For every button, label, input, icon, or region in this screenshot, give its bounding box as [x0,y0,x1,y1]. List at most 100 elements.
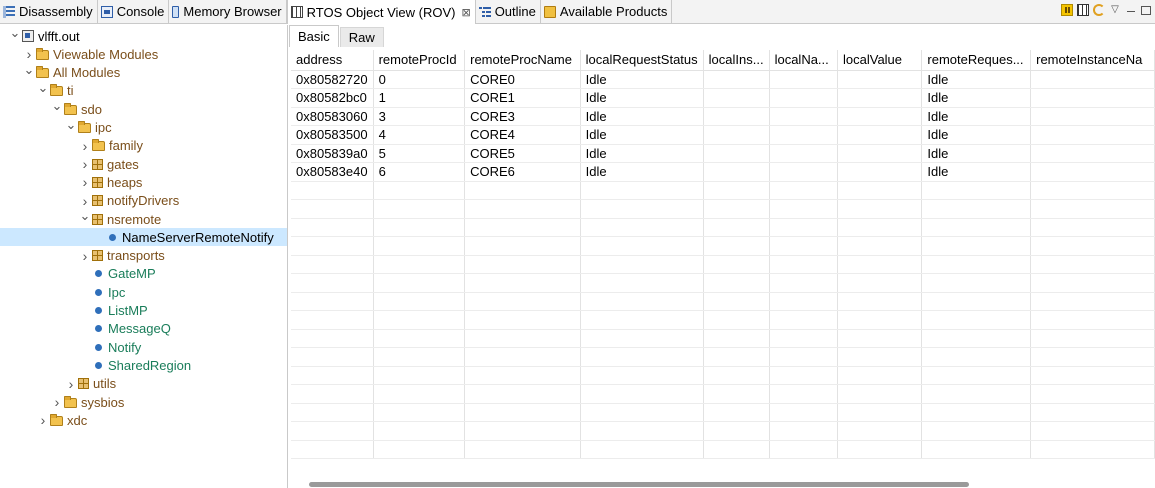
table-cell [580,199,704,219]
tree-node[interactable]: ⌄ ipc [0,116,287,137]
tree-node[interactable]: Notify [0,338,287,356]
table-cell: 0x80582bc0 [291,88,374,108]
tree-node[interactable]: › gates [0,155,287,173]
table-row[interactable]: 0x80583060 3 CORE3 Idle Idle [291,107,1155,126]
chevron-down-icon[interactable]: ⌄ [50,97,64,115]
table-cell [1030,347,1155,367]
tree-node[interactable]: ⌄ sdo [0,97,287,118]
table-cell [580,236,704,256]
table-cell [703,310,770,330]
tree-node[interactable]: ⌄ nsremote [0,207,287,228]
column-header[interactable]: remoteReques... [921,50,1032,71]
tree-node[interactable]: › xdc [0,411,287,429]
chevron-right-icon[interactable]: › [64,375,78,393]
table-row[interactable]: 0x80582bc0 1 CORE1 Idle Idle [291,88,1155,108]
table-cell [580,218,704,237]
table-cell [373,181,466,200]
table-cell: Idle [580,70,704,89]
table-cell [703,70,770,89]
table-row[interactable]: 0x80583500 4 CORE4 Idle Idle [291,125,1155,145]
rov-panel: Basic Raw address remoteProcId remoteProcN… [289,25,1155,488]
table-cell [464,199,581,219]
tree-node[interactable]: NameServerRemoteNotify [0,228,287,247]
tab-console[interactable]: Console [98,0,170,23]
table-cell [291,440,374,459]
tree-node[interactable]: › utils [0,375,287,393]
table-cell: Idle [921,88,1032,108]
table-cell [837,144,923,163]
horizontal-scrollbar[interactable] [309,482,969,487]
tree-node[interactable]: › Viewable Modules [0,45,287,63]
tree-node[interactable]: › heaps [0,173,287,191]
tab-basic[interactable]: Basic [289,25,339,47]
table-cell [580,181,704,200]
chevron-down-icon[interactable]: ⌄ [78,207,92,225]
table-row[interactable]: 0x80583e40 6 CORE6 Idle Idle [291,162,1155,182]
minimize-icon[interactable] [1125,4,1137,16]
refresh-icon[interactable] [1093,4,1105,16]
module-icon [95,270,102,278]
tab-memory-browser[interactable]: Memory Browser [169,0,287,23]
column-header[interactable]: localValue [837,50,923,71]
chevron-right-icon[interactable]: › [78,155,92,173]
column-header[interactable]: remoteProcName [464,50,581,71]
tree-node[interactable]: › notifyDrivers [0,192,287,210]
chevron-down-icon[interactable]: ⌄ [8,25,22,42]
table-icon[interactable] [1077,4,1089,16]
tree-node[interactable]: MessageQ [0,320,287,338]
column-header[interactable]: localRequestStatus [580,50,704,71]
table-cell [769,421,839,441]
table-cell [837,347,923,367]
chevron-down-icon[interactable]: ⌄ [64,116,78,134]
column-header[interactable]: localIns... [703,50,770,71]
table-row[interactable]: 0x805839a0 5 CORE5 Idle Idle [291,144,1155,163]
module-icon [109,233,116,241]
tree-node-label: All Modules [53,65,121,81]
table-cell [580,347,704,367]
pause-icon[interactable] [1061,4,1073,16]
table-cell [291,236,374,256]
tree-node[interactable]: › family [0,137,287,155]
chevron-right-icon[interactable]: › [78,247,92,265]
table-cell [921,292,1032,311]
chevron-right-icon[interactable]: › [50,393,64,411]
tab-available-products[interactable]: Available Products [541,0,673,23]
column-header[interactable]: address [291,50,374,71]
view-menu-icon[interactable]: ▽ [1109,4,1121,16]
tree-node-label: heaps [107,174,143,190]
empty-table-row [291,199,1155,219]
tree-node[interactable]: › sysbios [0,393,287,411]
table-cell [921,218,1032,237]
table-cell [837,218,923,237]
column-header[interactable]: localNa... [769,50,839,71]
maximize-icon[interactable] [1141,6,1151,15]
tree-node[interactable]: Ipc [0,283,287,301]
chevron-down-icon[interactable]: ⌄ [22,61,36,79]
table-cell [464,421,581,441]
close-icon[interactable]: ⊠ [461,6,470,19]
column-header[interactable]: remoteProcId [373,50,466,71]
tab-label: Disassembly [19,4,93,19]
chevron-right-icon[interactable]: › [78,173,92,191]
tree-node[interactable]: GateMP [0,265,287,283]
chevron-right-icon[interactable]: › [36,411,50,429]
tab-disassembly[interactable]: Disassembly [0,0,98,23]
tree-node[interactable]: › transports [0,247,287,265]
tree-node[interactable]: ⌄ ti [0,79,287,100]
tab-raw[interactable]: Raw [339,27,384,47]
table-cell [769,347,839,367]
column-header[interactable]: remoteInstanceNa [1030,50,1155,71]
table-cell: 0x80583060 [291,107,374,126]
tab-rov[interactable]: RTOS Object View (ROV) ⊠ [286,0,476,24]
table-cell [373,347,466,367]
tree-node[interactable]: ListMP [0,302,287,320]
tab-outline[interactable]: Outline [476,0,541,23]
table-header-row: address remoteProcId remoteProcName localRe… [291,50,1155,71]
tree-node[interactable]: SharedRegion [0,356,287,374]
chevron-right-icon[interactable]: › [78,137,92,155]
tree-node[interactable]: ⌄ vlfft.out [0,25,287,45]
module-icon [95,325,102,333]
chevron-down-icon[interactable]: ⌄ [36,79,50,97]
table-cell [837,236,923,256]
table-row[interactable]: 0x80582720 0 CORE0 Idle Idle [291,70,1155,89]
